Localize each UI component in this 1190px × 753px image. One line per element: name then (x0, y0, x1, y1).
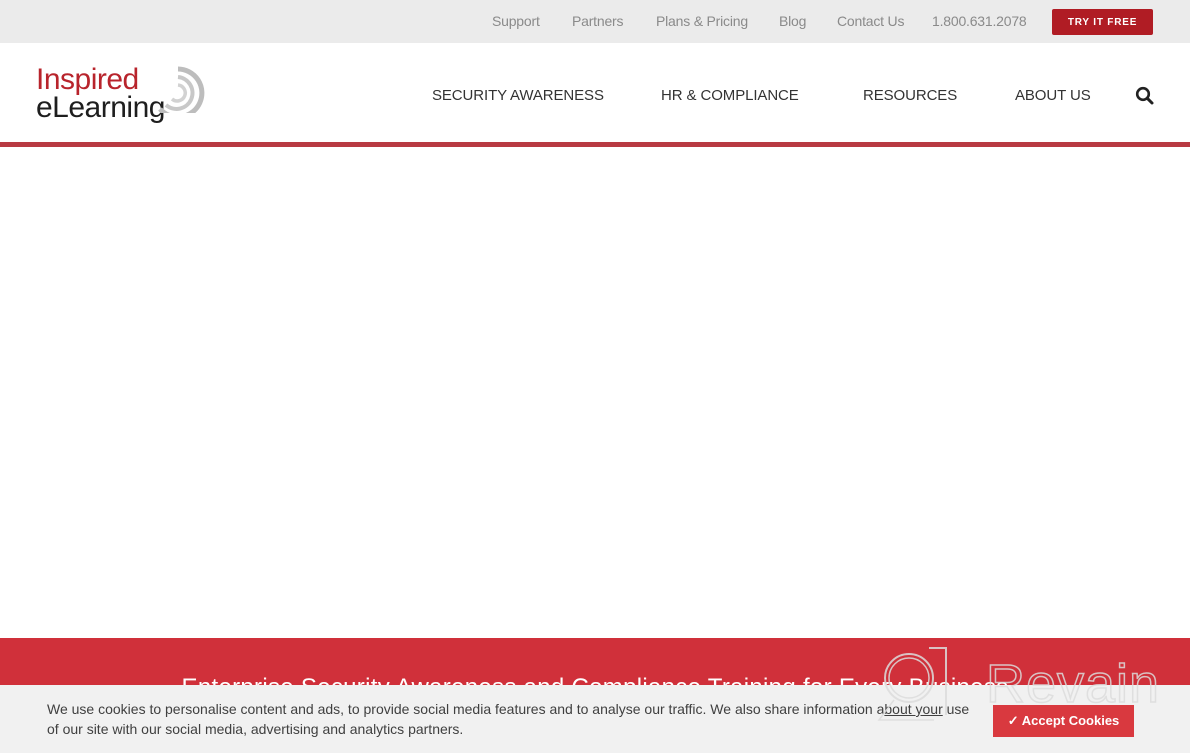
nav-resources[interactable]: RESOURCES (863, 87, 957, 104)
top-utility-bar: Support Partners Plans & Pricing Blog Co… (0, 0, 1190, 43)
partners-link[interactable]: Partners (572, 13, 624, 29)
accept-cookies-button[interactable]: ✓ Accept Cookies (993, 705, 1134, 737)
nav-security-awareness[interactable]: SECURITY AWARENESS (432, 87, 604, 104)
search-icon[interactable] (1135, 86, 1155, 106)
nav-hr-compliance[interactable]: HR & COMPLIANCE (661, 87, 799, 104)
cookie-text: We use cookies to personalise content an… (47, 699, 982, 739)
plans-pricing-link[interactable]: Plans & Pricing (656, 13, 748, 29)
hero-area (0, 147, 1190, 638)
blog-link[interactable]: Blog (779, 13, 806, 29)
try-it-free-button[interactable]: TRY IT FREE (1052, 9, 1153, 35)
contact-us-link[interactable]: Contact Us (837, 13, 904, 29)
phone-number-link[interactable]: 1.800.631.2078 (932, 13, 1027, 29)
cookie-banner: We use cookies to personalise content an… (0, 685, 1190, 753)
main-header: Inspired eLearning SECURITY AWARENESS HR… (0, 43, 1190, 142)
support-link[interactable]: Support (492, 13, 540, 29)
logo-text-elearning: eLearning (36, 91, 165, 124)
nav-about-us[interactable]: ABOUT US (1015, 87, 1091, 104)
cookie-info-link[interactable]: bout your (884, 701, 942, 717)
logo-signal-icon (158, 66, 205, 113)
cookie-text-part: We use cookies to personalise content an… (47, 701, 885, 717)
logo[interactable]: Inspired eLearning (36, 63, 208, 127)
